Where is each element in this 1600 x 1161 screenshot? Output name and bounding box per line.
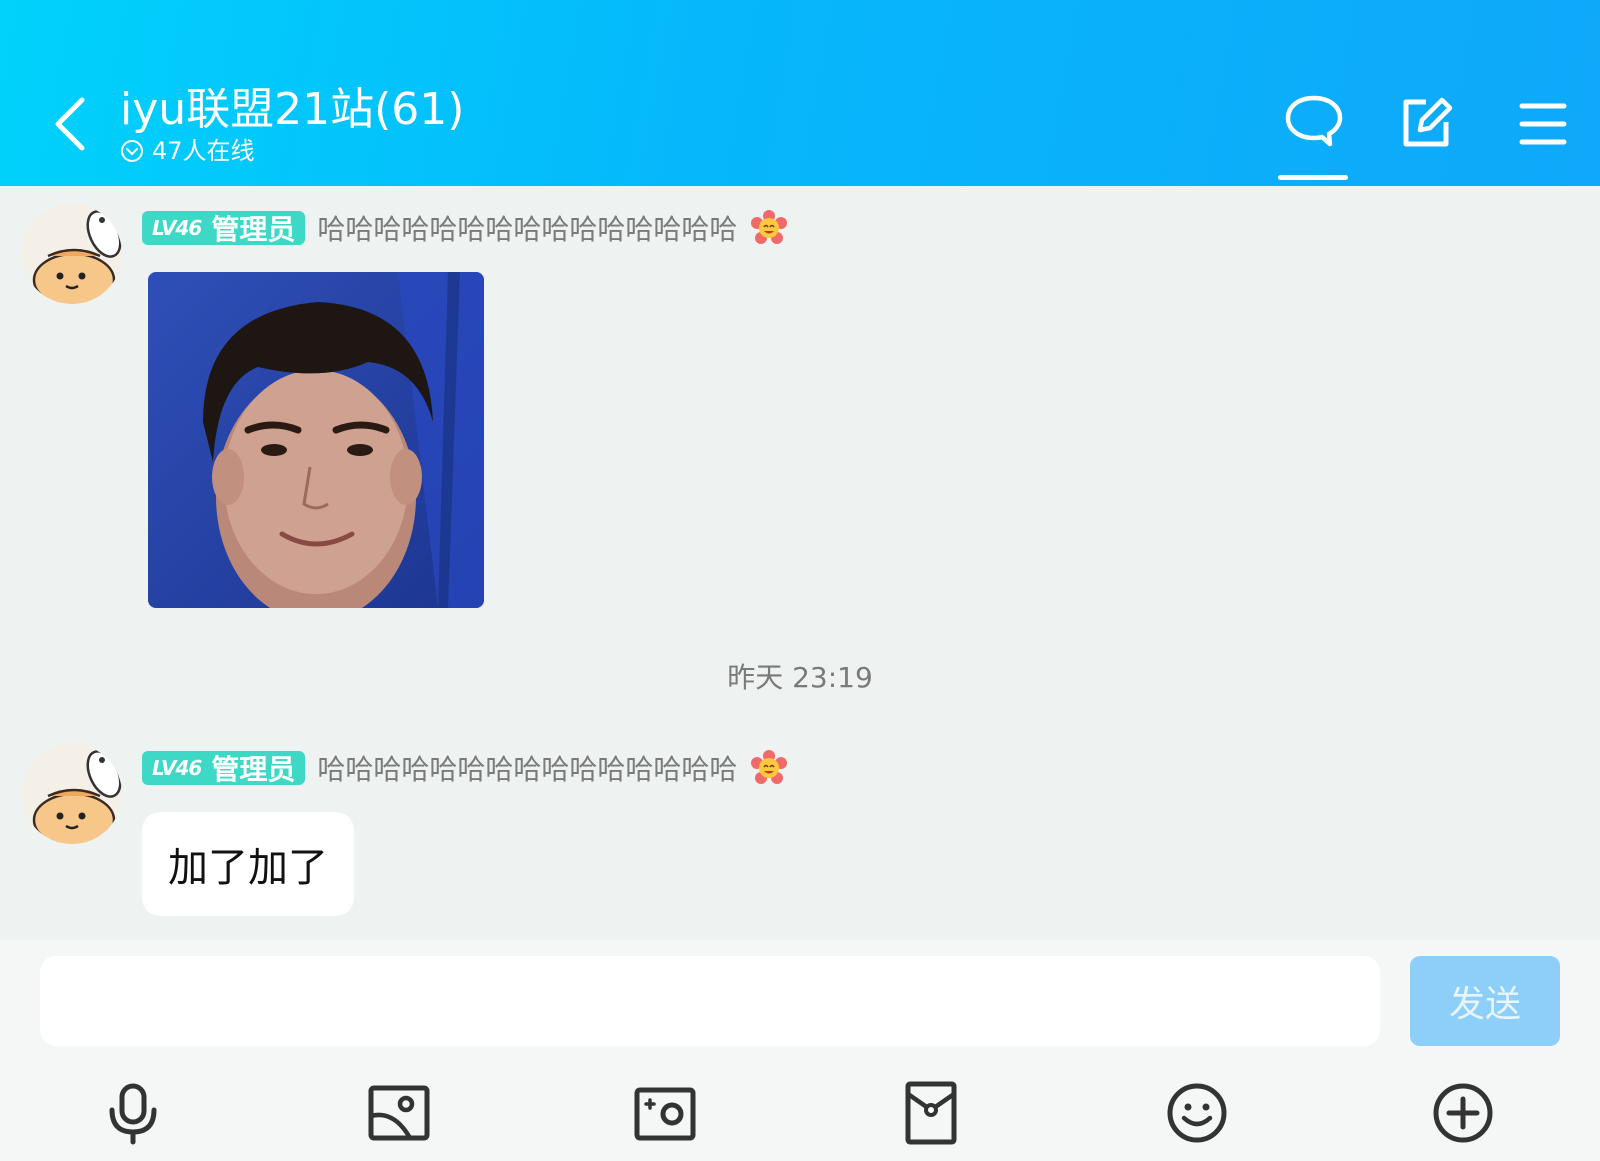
red-packet-icon [905, 1081, 957, 1145]
active-tab-indicator [1278, 175, 1348, 180]
chat-bubble-icon [1285, 95, 1343, 147]
online-count[interactable]: 47人在线 [120, 136, 255, 166]
avatar[interactable] [22, 744, 122, 844]
emoji-button[interactable] [1164, 1080, 1230, 1146]
portrait-photo [148, 272, 484, 608]
chat-tab-button[interactable] [1284, 92, 1344, 152]
avatar[interactable] [22, 204, 122, 304]
chevron-down-circle-icon [121, 140, 143, 162]
camera-button[interactable] [632, 1080, 698, 1146]
image-message[interactable] [148, 272, 484, 608]
back-button[interactable] [46, 92, 96, 156]
sender-nickname[interactable]: 哈哈哈哈哈哈哈哈哈哈哈哈哈哈哈 [317, 748, 737, 788]
plus-icon [1433, 1083, 1493, 1143]
camera-icon [634, 1087, 696, 1141]
flower-emoji-icon [751, 750, 788, 784]
avatar-cartoon-icon [22, 744, 122, 844]
menu-button[interactable] [1510, 92, 1570, 152]
group-title[interactable]: iyu联盟21站(61) [120, 82, 464, 138]
red-packet-button[interactable] [898, 1080, 964, 1146]
online-count-label: 47人在线 [152, 137, 255, 165]
back-arrow-icon [55, 97, 85, 151]
composer-toolbar [0, 1060, 1600, 1160]
flower-emoji-icon [751, 210, 788, 244]
menu-icon [1519, 103, 1567, 145]
role-label: 管理员 [211, 753, 296, 786]
role-label: 管理员 [211, 213, 296, 246]
image-button[interactable] [366, 1080, 432, 1146]
edit-button[interactable] [1396, 92, 1456, 152]
timestamp-divider: 昨天 23:19 [727, 661, 873, 694]
level-label: LV46 [152, 216, 202, 240]
level-badge: LV46 管理员 [142, 751, 306, 786]
sender-nickname[interactable]: 哈哈哈哈哈哈哈哈哈哈哈哈哈哈哈 [317, 208, 737, 248]
composer: 发送 [0, 940, 1600, 1161]
emoji-icon [1167, 1083, 1227, 1143]
text-message-bubble[interactable]: 加了加了 [142, 812, 354, 916]
chat-header: iyu联盟21站(61) 47人在线 [0, 0, 1600, 186]
level-label: LV46 [152, 756, 202, 780]
level-badge: LV46 管理员 [142, 211, 306, 246]
sender-meta: LV46 管理员 哈哈哈哈哈哈哈哈哈哈哈哈哈哈哈 [142, 748, 788, 788]
send-button[interactable]: 发送 [1410, 956, 1560, 1046]
message-input[interactable] [40, 956, 1380, 1046]
edit-icon [1403, 97, 1453, 147]
sender-meta: LV46 管理员 哈哈哈哈哈哈哈哈哈哈哈哈哈哈哈 [142, 208, 788, 248]
more-button[interactable] [1430, 1080, 1496, 1146]
microphone-icon [109, 1083, 157, 1145]
voice-button[interactable] [100, 1080, 166, 1146]
avatar-cartoon-icon [22, 204, 122, 304]
image-icon [368, 1085, 430, 1141]
